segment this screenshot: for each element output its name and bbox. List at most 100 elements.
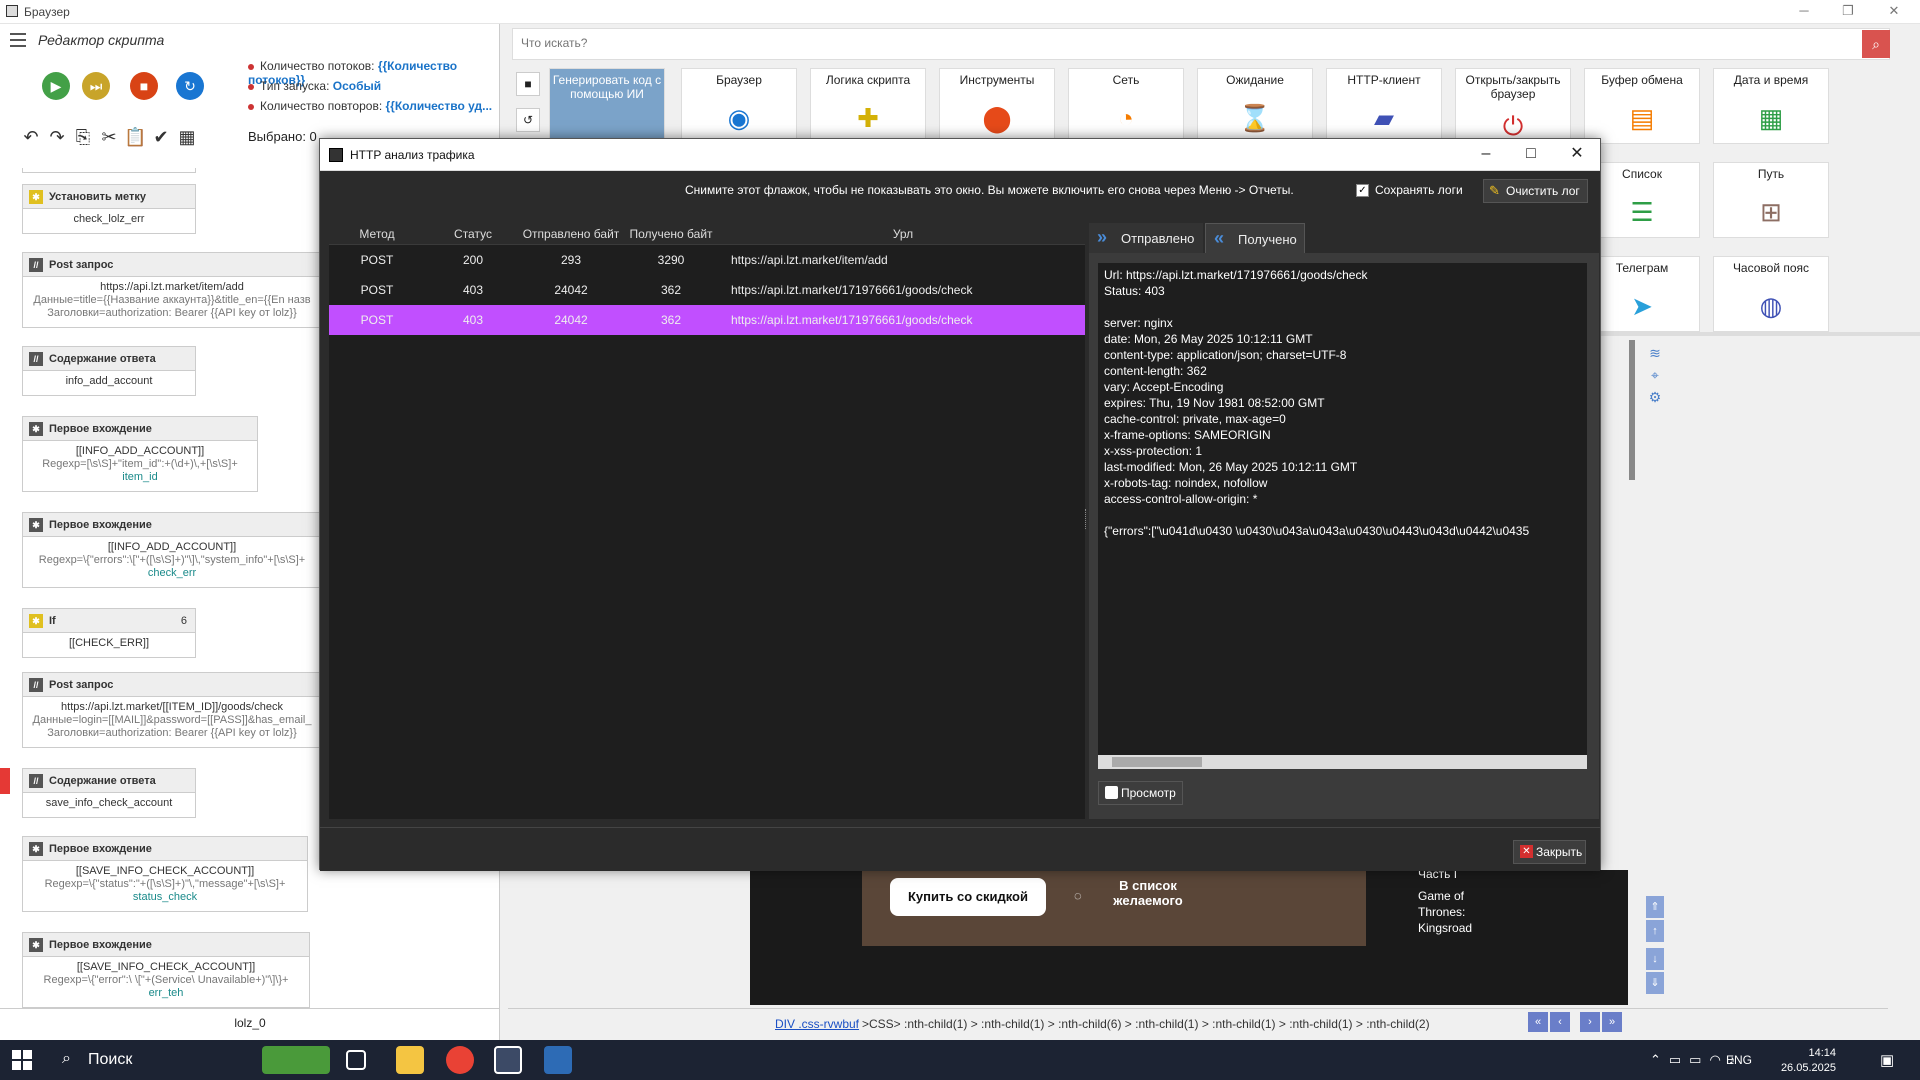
col-method[interactable]: Метод <box>329 227 425 241</box>
tab-sent[interactable]: » Отправлено <box>1089 223 1203 253</box>
close-button[interactable]: ✕ Закрыть <box>1513 840 1586 864</box>
settings-icon[interactable]: ⚙ <box>1646 386 1664 408</box>
view-button[interactable]: Просмотр <box>1098 781 1183 805</box>
dialog-maximize-button[interactable]: □ <box>1522 145 1540 163</box>
toolbar-open-close-browser[interactable]: Открыть/закрыть браузер ⏻ <box>1455 68 1571 144</box>
col-url[interactable]: Урл <box>721 227 1085 241</box>
toolbar-wait[interactable]: Ожидание ⌛ <box>1197 68 1313 144</box>
wishlist-button[interactable]: В список желаемого <box>1108 878 1188 908</box>
search-button[interactable]: ⌕ <box>1862 30 1890 58</box>
file-explorer-icon[interactable] <box>396 1046 424 1074</box>
check-icon[interactable]: ✔ <box>150 126 172 148</box>
clock[interactable]: 14:14 26.05.2025 <box>1756 1046 1836 1076</box>
toolbar-network[interactable]: Сеть ◔ <box>1068 68 1184 144</box>
paste-icon[interactable]: 📋 <box>124 126 146 148</box>
taskbar-search[interactable]: Поиск <box>88 1051 132 1069</box>
wifi-icon[interactable]: ≋ <box>1646 342 1664 364</box>
windows-start-icon[interactable] <box>12 1050 32 1070</box>
http-icon: // <box>29 678 43 692</box>
scroll-down-icon[interactable]: ↓ <box>1646 948 1664 970</box>
tab-received[interactable]: «Получено <box>1205 223 1305 253</box>
table-row[interactable]: POST 403 24042 362 https://api.lzt.marke… <box>329 275 1085 305</box>
minimize-button[interactable]: ─ <box>1796 3 1812 19</box>
cut-icon[interactable]: ✂ <box>98 126 120 148</box>
language-indicator[interactable]: ENG <box>1726 1053 1752 1067</box>
page-scrollbar[interactable] <box>1628 340 1636 1005</box>
close-window-button[interactable]: ✕ <box>1886 3 1902 19</box>
copy-icon[interactable]: ⎘ <box>72 126 94 148</box>
select-icon[interactable]: ▦ <box>176 126 198 148</box>
scrollbar-thumb[interactable] <box>1112 757 1202 767</box>
toolbar-browser[interactable]: Браузер ◉ <box>681 68 797 144</box>
undo-icon[interactable]: ↶ <box>20 126 42 148</box>
toolbar-path[interactable]: Путь ⊞ <box>1713 162 1829 238</box>
col-received[interactable]: Получено байт <box>621 227 721 241</box>
restart-button[interactable]: ↻ <box>176 72 204 100</box>
nav-next-button[interactable]: › <box>1580 1012 1600 1032</box>
block-first-match[interactable]: ✱ Первое вхождение [[SAVE_INFO_CHECK_ACCO… <box>22 932 310 1008</box>
save-logs-checkbox[interactable]: ✓ <box>1356 184 1369 197</box>
search-icon[interactable]: ⌕ <box>62 1050 71 1068</box>
search-input[interactable] <box>521 36 1721 50</box>
path-element-link[interactable]: DIV .css-rvwbuf <box>775 1017 859 1031</box>
toolbar-telegram[interactable]: Телеграм ➤ <box>1584 256 1700 332</box>
toolbar-logic[interactable]: Логика скрипта ✚ <box>810 68 926 144</box>
response-text[interactable]: Url: https://api.lzt.market/171976661/go… <box>1098 263 1587 755</box>
scroll-up-icon[interactable]: ↑ <box>1646 920 1664 942</box>
dialog-titlebar: HTTP анализ трафика – □ ✕ <box>320 139 1600 171</box>
block-first-match[interactable]: ✱ Первое вхождение [[INFO_ADD_ACCOUNT]] Re… <box>22 512 322 588</box>
clear-log-button[interactable]: ✎ Очистить лог <box>1483 179 1588 203</box>
app-window-icon[interactable] <box>544 1046 572 1074</box>
generate-ai-button[interactable]: Генерировать код с помощью ИИ <box>549 68 665 144</box>
dialog-minimize-button[interactable]: – <box>1477 145 1495 163</box>
toolbar-clipboard[interactable]: Буфер обмена ▤ <box>1584 68 1700 144</box>
nav-prev-button[interactable]: ‹ <box>1550 1012 1570 1032</box>
clipboard-icon: ▤ <box>1629 103 1655 133</box>
col-status[interactable]: Статус <box>425 227 521 241</box>
zennoposter-icon[interactable] <box>494 1046 522 1074</box>
block-first-match[interactable]: ✱ Первое вхождение [[SAVE_INFO_CHECK_ACCO… <box>22 836 308 912</box>
play-button[interactable]: ▶ <box>42 72 70 100</box>
toolbar-http-client[interactable]: HTTP-клиент ▰ <box>1326 68 1442 144</box>
block-post-request[interactable]: //Post запрос https://api.lzt.market/ite… <box>22 252 322 328</box>
nav-first-button[interactable]: « <box>1528 1012 1548 1032</box>
crosshair-icon[interactable]: ⌖ <box>1646 364 1664 386</box>
scroll-bottom-icon[interactable]: ⇓ <box>1646 972 1664 994</box>
weather-widget-icon[interactable] <box>262 1046 330 1074</box>
block-post-request[interactable]: //Post запрос https://api.lzt.market/[[I… <box>22 672 322 748</box>
toolbar-datetime[interactable]: Дата и время ▦ <box>1713 68 1829 144</box>
block-response-content[interactable]: //Содержание ответа info_add_account <box>22 346 196 396</box>
table-row-selected[interactable]: POST 403 24042 362 https://api.lzt.marke… <box>329 305 1085 335</box>
block-if[interactable]: ✱ If 6 [[CHECK_ERR]] <box>22 608 196 658</box>
nav-last-button[interactable]: » <box>1602 1012 1622 1032</box>
block-set-label[interactable]: ✱ Установить метку check_lolz_err <box>22 184 196 234</box>
chevrons-left-icon: « <box>1214 228 1225 248</box>
notification-icon[interactable]: ▣ <box>1880 1051 1894 1069</box>
chrome-icon[interactable] <box>446 1046 474 1074</box>
restore-button[interactable]: ❐ <box>1840 3 1856 19</box>
task-view-icon[interactable] <box>346 1050 366 1070</box>
history-icon[interactable]: ↺ <box>516 108 540 132</box>
buy-discount-button[interactable]: Купить со скидкой <box>890 878 1046 916</box>
block-response-content[interactable]: //Содержание ответа save_info_check_acco… <box>22 768 196 818</box>
step-button[interactable]: ⏭ <box>82 72 110 100</box>
path-icon: ⊞ <box>1760 197 1782 227</box>
stop-button[interactable]: ■ <box>130 72 158 100</box>
bookmark-icon[interactable]: ■ <box>516 72 540 96</box>
http-icon: // <box>29 774 43 788</box>
dialog-close-button[interactable]: ✕ <box>1568 145 1586 163</box>
block-first-match[interactable]: ✱ Первое вхождение [[INFO_ADD_ACCOUNT]] Re… <box>22 416 258 492</box>
col-sent[interactable]: Отправлено байт <box>521 227 621 241</box>
scroll-top-icon[interactable]: ⇑ <box>1646 896 1664 918</box>
redo-icon[interactable]: ↷ <box>46 126 68 148</box>
regex-icon: ✱ <box>29 938 43 952</box>
toolbar-tools[interactable]: Инструменты ⬤ <box>939 68 1055 144</box>
toolbar-timezone[interactable]: Часовой пояс ◍ <box>1713 256 1829 332</box>
wishlist-icon: ◌ <box>1074 888 1082 903</box>
response-hscrollbar[interactable] <box>1098 755 1587 769</box>
table-row[interactable]: POST 200 293 3290 https://api.lzt.market… <box>329 245 1085 275</box>
window-title: Браузер <box>24 5 70 19</box>
scrollbar-thumb[interactable] <box>1629 340 1635 480</box>
toolbar-list[interactable]: Список ☰ <box>1584 162 1700 238</box>
menu-icon[interactable] <box>10 33 26 47</box>
